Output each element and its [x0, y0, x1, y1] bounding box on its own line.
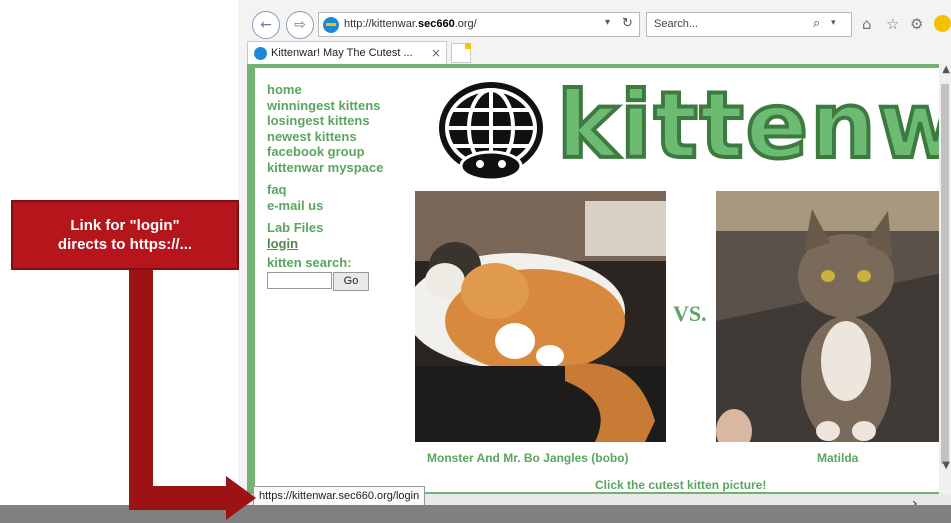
callout-line-1: Link for "login"	[70, 217, 180, 234]
callout-line-2: directs to https://...	[57, 236, 193, 253]
annotation-callout: Link for "login" directs to https://...	[11, 200, 239, 270]
